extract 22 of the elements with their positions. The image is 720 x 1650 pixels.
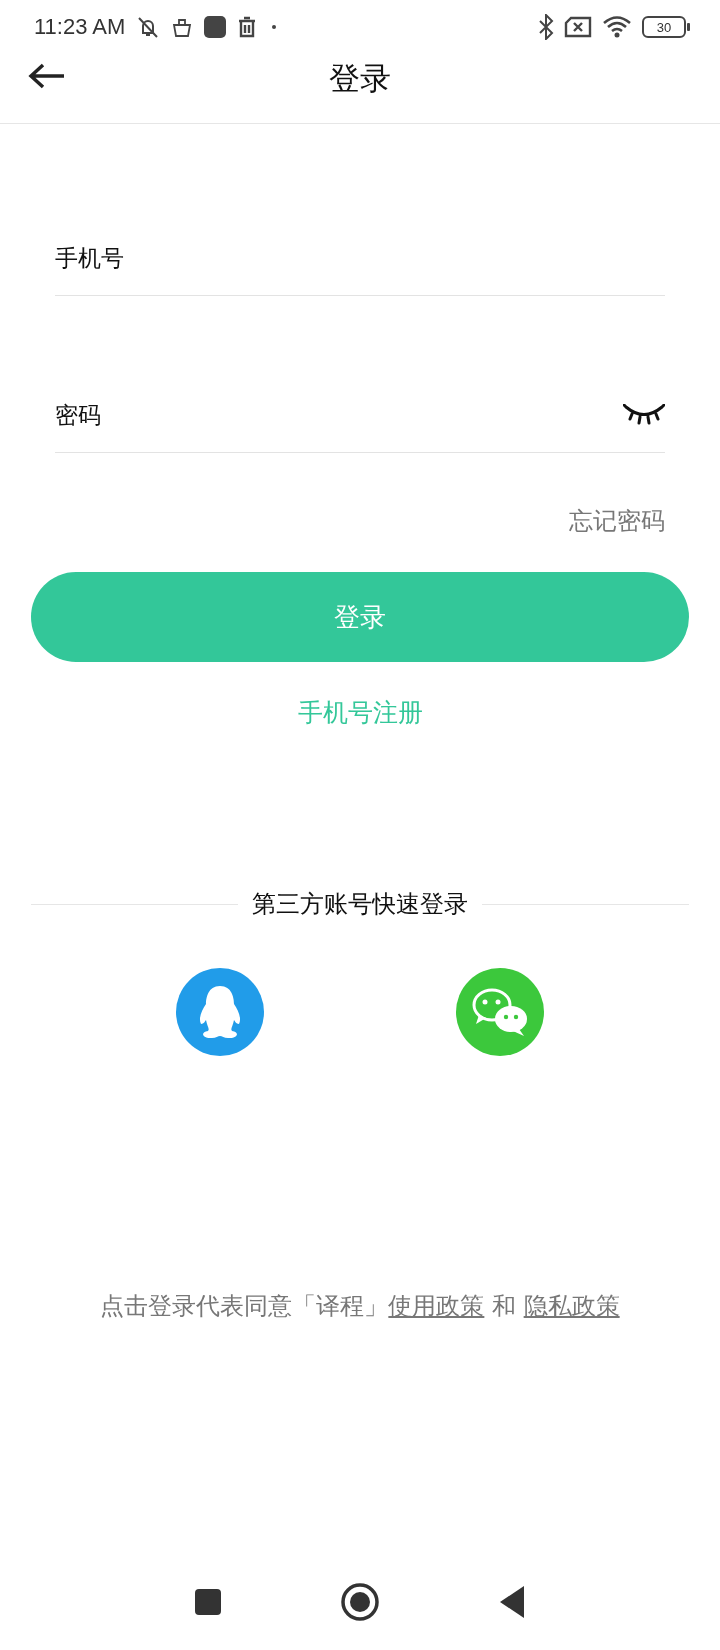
recents-button[interactable] [194, 1588, 222, 1616]
trash-icon [237, 16, 258, 38]
terms-link[interactable]: 使用政策 [388, 1292, 485, 1320]
sim-x-icon [564, 16, 592, 38]
privacy-link[interactable]: 隐私政策 [523, 1292, 620, 1320]
agreement-text: 点击登录代表同意「译程」使用政策 和 隐私政策 [99, 1291, 621, 1322]
phone-input-field[interactable]: 手机号 [55, 244, 665, 271]
password-visibility-button[interactable] [623, 403, 665, 426]
page-title: 登录 [329, 59, 391, 98]
bluetooth-icon [538, 14, 554, 40]
clock-time: 11:23 AM [34, 14, 126, 40]
back-nav-button[interactable] [498, 1585, 526, 1619]
square-app-icon [203, 15, 228, 39]
third-party-heading: 第三方账号快速登录 [252, 889, 468, 920]
forgot-password-link[interactable]: 忘记密码 [569, 505, 665, 537]
wifi-icon [602, 15, 632, 39]
password-input-field[interactable]: 密码 [55, 401, 613, 428]
bag-icon [171, 16, 194, 38]
eye-closed-icon [623, 403, 665, 426]
chat-bubbles-icon [471, 987, 529, 1037]
home-button[interactable] [340, 1582, 380, 1622]
battery-percent: 30 [642, 16, 686, 38]
